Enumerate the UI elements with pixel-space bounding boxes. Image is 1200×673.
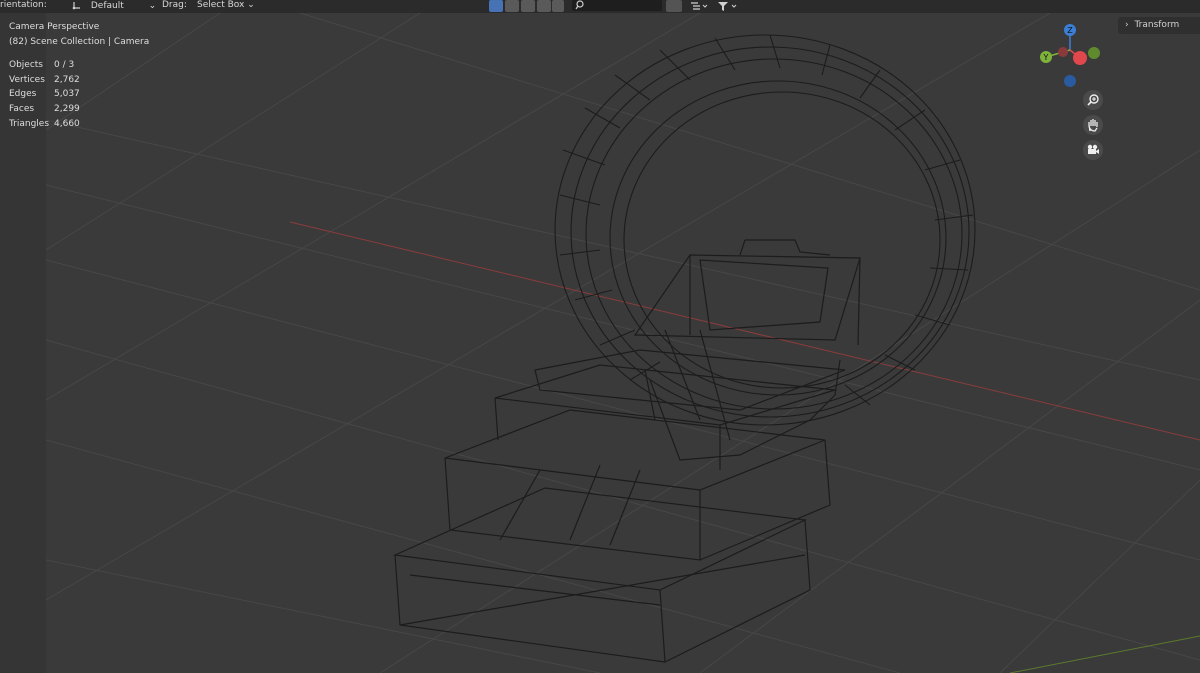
transform-panel-toggle[interactable]: › Transform — [1118, 17, 1200, 34]
collection-path: (82) Scene Collection | Camera — [9, 37, 150, 47]
filter-dropdown-button[interactable] — [666, 0, 682, 12]
orientation-label: rientation: — [0, 0, 47, 10]
zoom-icon — [1087, 94, 1099, 106]
neg-y-axis-handle[interactable] — [1088, 47, 1100, 59]
funnel-icon — [718, 1, 737, 11]
3d-viewport[interactable]: Camera Perspective (82) Scene Collection… — [9, 13, 1200, 673]
list-icon — [691, 2, 708, 10]
chevron-down-icon: ⌄ — [148, 1, 157, 11]
shading-options-button[interactable] — [552, 0, 564, 12]
viewport-header: rientation: Default ⌄ Drag: Select Box ⌄ — [0, 0, 1200, 13]
stat-row: Objects 0 / 3 — [9, 60, 75, 70]
navigation-gizmo[interactable]: Z Y — [1034, 20, 1106, 92]
stat-row: Edges 5,037 — [9, 89, 80, 100]
neg-z-axis-handle[interactable] — [1064, 75, 1076, 87]
hand-icon — [1088, 119, 1098, 132]
transform-label: Transform — [1134, 20, 1180, 30]
collection-list-button[interactable] — [688, 0, 710, 12]
orientation-value: Default — [90, 1, 124, 11]
drag-dropdown[interactable]: Select Box ⌄ — [197, 0, 255, 11]
neg-x-axis-handle[interactable] — [1058, 47, 1068, 57]
chevron-right-icon: › — [1125, 20, 1129, 30]
wireframe-shading-button[interactable] — [489, 0, 503, 12]
transform-orientation-icon — [72, 2, 80, 10]
rendered-shading-button[interactable] — [537, 0, 551, 12]
stat-row: Faces 2,299 — [9, 104, 80, 115]
chevron-down-icon: ⌄ — [247, 0, 255, 10]
pan-button[interactable] — [1083, 115, 1103, 135]
svg-text:Z: Z — [1067, 26, 1073, 35]
search-icon — [575, 0, 584, 10]
y-axis-line — [1009, 635, 1200, 673]
wireframe-scene — [46, 13, 1200, 673]
view-name: Camera Perspective — [9, 22, 100, 32]
drag-value: Select Box — [197, 0, 245, 10]
camera-icon — [1087, 144, 1099, 154]
material-shading-button[interactable] — [521, 0, 535, 12]
scene-statistics: Objects 0 / 3 Vertices 2,762 Edges 5,037 Fa… — [9, 58, 80, 132]
search-input[interactable] — [572, 0, 662, 11]
view-info: Camera Perspective (82) Scene Collection… — [9, 20, 149, 50]
filter-button[interactable] — [716, 0, 740, 12]
svg-text:Y: Y — [1043, 53, 1049, 62]
camera-view-button[interactable] — [1083, 140, 1103, 160]
orientation-dropdown[interactable]: Default ⌄ — [72, 0, 156, 12]
solid-shading-button[interactable] — [505, 0, 519, 12]
drag-label: Drag: — [162, 0, 187, 10]
stat-row: Vertices 2,762 — [9, 74, 80, 85]
floor-grid — [46, 13, 1200, 673]
zoom-button[interactable] — [1083, 90, 1103, 110]
stat-row: Triangles 4,660 — [9, 118, 80, 129]
x-axis-handle[interactable] — [1073, 51, 1087, 65]
